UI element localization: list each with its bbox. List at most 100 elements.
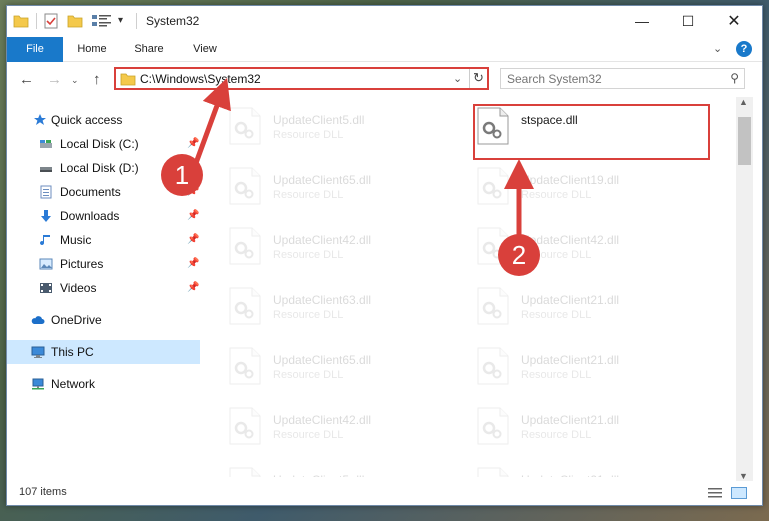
tab-view[interactable]: View [185,37,225,62]
search-box[interactable]: ⚲ [500,68,745,89]
search-input[interactable] [507,69,717,88]
sidebar-item-label: Music [60,233,92,247]
sidebar-item-local-disk-c[interactable]: Local Disk (C:) 📌 [7,132,200,156]
help-icon[interactable]: ? [736,41,752,57]
large-icons-view-icon[interactable] [731,487,747,499]
details-view-icon[interactable] [707,487,723,499]
search-icon[interactable]: ⚲ [730,71,739,85]
file-name: UpdateClient65.dll [273,173,372,187]
dll-file-icon [229,107,261,145]
file-name: UpdateClient21.dll [521,413,620,427]
step-1-badge: 1 [161,154,203,196]
file-type: Resource DLL [273,249,344,261]
cloud-icon [31,316,45,324]
address-bar[interactable]: C:\Windows\System32 ⌄ ↻ [114,67,489,90]
folder-icon[interactable] [13,13,29,29]
file-item[interactable]: UpdateClient63.dll Resource DLL [217,279,457,329]
file-name: UpdateClient42.dll [273,413,372,427]
file-item[interactable]: UpdateClient65.dll Resource DLL [217,339,457,389]
properties-icon[interactable] [43,13,59,29]
chevron-down-icon[interactable]: ▾ [118,13,128,29]
new-folder-icon[interactable] [67,13,83,29]
sidebar-item-network[interactable]: Network [7,372,200,396]
file-item[interactable]: UpdateClient5.dllResource DLL [217,99,457,149]
vertical-scrollbar[interactable]: ▲ ▼ [736,97,753,487]
scroll-up-icon[interactable]: ▲ [739,97,748,107]
step-2-badge: 2 [498,234,540,276]
dll-file-icon [229,407,261,445]
file-name: UpdateClient19.dll [521,173,620,187]
recent-locations-button[interactable]: ⌄ [71,75,79,86]
up-button[interactable]: ↑ [93,71,101,88]
file-name: UpdateClient21.dll [521,293,620,307]
sidebar-item-label: Documents [60,185,121,199]
folder-icon [120,73,136,86]
file-item[interactable]: UpdateClient21.dllResource DLL [465,339,705,389]
sidebar-item-label: OneDrive [51,313,102,327]
file-item[interactable]: UpdateClient21.dll Resource DLL [465,399,705,449]
title-separator [136,13,137,29]
computer-icon [31,346,45,358]
file-type: Resource DLL [521,369,592,381]
dll-file-icon [477,407,509,445]
file-type: Resource DLL [521,309,592,321]
dll-file-icon [229,287,261,325]
sidebar-item-label: This PC [51,345,94,359]
file-name: UpdateClient63.dll [273,293,372,307]
sidebar-item-music[interactable]: Music 📌 [7,228,200,252]
sidebar-item-label: Quick access [51,113,123,127]
forward-button[interactable]: → [47,71,62,88]
file-type: Resource DLL [273,369,344,381]
scroll-thumb[interactable] [738,117,751,165]
network-icon [32,378,44,390]
dll-file-icon [229,347,261,385]
video-icon [40,283,52,293]
address-separator [469,69,470,88]
scroll-down-icon[interactable]: ▼ [739,471,748,481]
file-type: Resource DLL [521,429,592,441]
music-icon [40,235,50,246]
title-bar: ▾ System32 — ☐ ✕ [7,6,762,37]
status-bar: 107 items [7,481,762,505]
file-name: UpdateClient5.dll [273,113,365,127]
file-item[interactable]: UpdateClient21.dll Resource DLL [465,279,705,329]
minimize-button[interactable]: — [619,6,665,37]
address-dropdown-icon[interactable]: ⌄ [453,72,462,85]
sidebar-item-onedrive[interactable]: OneDrive [7,308,200,332]
file-item[interactable]: UpdateClient21.dllResource DLL [465,459,705,477]
file-item[interactable]: UpdateClient42.dll Resource DLL [217,219,457,269]
dll-file-icon [477,347,509,385]
customize-toolbar-icon[interactable] [91,13,113,29]
file-name: UpdateClient42.dll [273,233,372,247]
item-count: 107 items [19,486,67,498]
tab-share[interactable]: Share [127,37,171,62]
sidebar-item-quick-access[interactable]: Quick access [7,108,200,132]
close-button[interactable]: ✕ [711,6,757,37]
sidebar-item-videos[interactable]: Videos 📌 [7,276,200,300]
sidebar-item-pictures[interactable]: Pictures 📌 [7,252,200,276]
dll-file-icon [477,167,509,205]
pin-icon: 📌 [187,258,200,269]
file-item[interactable]: UpdateClient5.dllResource DLL [217,459,457,477]
pin-icon: 📌 [187,234,200,245]
back-button[interactable]: ← [19,71,34,88]
star-icon [34,114,46,125]
pin-icon: 📌 [187,282,200,293]
maximize-button[interactable]: ☐ [665,6,711,37]
sidebar-item-label: Pictures [60,257,104,271]
address-path[interactable]: C:\Windows\System32 [140,72,261,86]
file-type: Resource DLL [273,429,344,441]
file-item[interactable]: UpdateClient42.dll Resource DLL [217,399,457,449]
sidebar-item-label: Downloads [60,209,120,223]
tab-home[interactable]: Home [70,37,114,62]
document-icon [40,185,52,199]
file-item[interactable]: UpdateClient19.dll Resource DLL [465,159,705,209]
ribbon-tabs: File Home Share View ⌄ ? [7,37,762,87]
refresh-button[interactable]: ↻ [473,70,484,86]
sidebar-item-this-pc[interactable]: This PC [7,340,200,364]
file-name: UpdateClient65.dll [273,353,372,367]
expand-ribbon-icon[interactable]: ⌄ [713,42,722,55]
file-type: Resource DLL [273,309,344,321]
file-item[interactable]: UpdateClient65.dll Resource DLL [217,159,457,209]
sidebar-item-downloads[interactable]: Downloads 📌 [7,204,200,228]
